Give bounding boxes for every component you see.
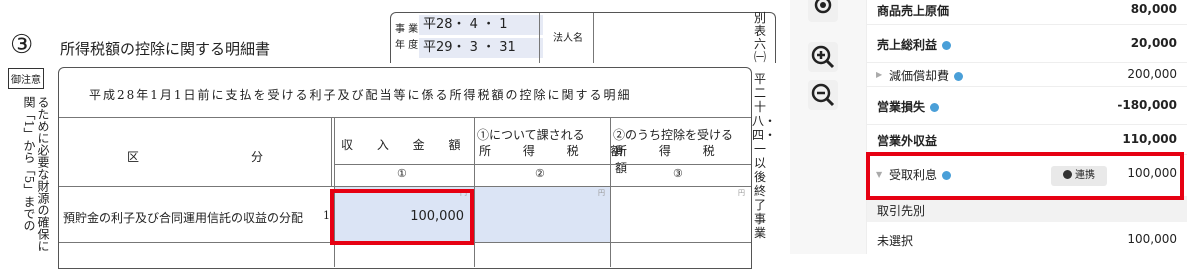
highlight-uketori-box <box>866 152 1184 200</box>
row1-number: 1 <box>323 209 330 222</box>
list-item[interactable]: 未選択 100,000 <box>867 222 1187 254</box>
account-label: 商品売上原価 <box>877 4 950 18</box>
hojinmei-divider <box>593 13 594 63</box>
row1-tax-cell[interactable] <box>475 187 610 242</box>
row1-label: 預貯金の利子及び合同運用信託の収益の分配 <box>63 211 304 225</box>
unselected-label: 未選択 <box>877 234 914 248</box>
col3-header-2: 所 得 税 額 <box>615 144 729 175</box>
left-note-vertical: るために必要な財源の確保に関「1」から「5」までの <box>22 96 50 252</box>
account-list: 商品売上原価 80,000 売上総利益 20,000 ▶ 減価償却費 200,0… <box>866 0 1187 254</box>
col-divider-a <box>331 117 332 187</box>
form-title: 所得税額の控除に関する明細書 <box>60 40 271 58</box>
table-rule <box>59 117 751 118</box>
nendo-label: 年 度 <box>395 40 419 51</box>
col2-number: ② <box>535 167 545 180</box>
section-number: ③ <box>10 30 34 60</box>
zoom-out-icon <box>811 83 835 107</box>
list-item[interactable]: ▶ 減価償却費 200,000 <box>867 62 1187 87</box>
col1-number: ① <box>397 167 407 180</box>
torihikisaki-label: 取引先別 <box>877 204 926 218</box>
period-from[interactable]: 平28・ 4 ・ 1 <box>419 15 543 35</box>
list-item[interactable]: 営業損失 -180,000 <box>867 86 1187 125</box>
hojinmei-field[interactable] <box>595 13 773 63</box>
account-label: 減価償却費 <box>889 69 950 83</box>
right-note-vertical: 平二十八・四・一以後終了事業 <box>752 72 777 240</box>
col2-header-1: ①について課される <box>477 128 585 142</box>
account-label: 営業損失 <box>877 100 926 114</box>
row1-yen-unit-2: 円 <box>598 189 605 197</box>
unselected-value: 100,000 <box>1127 232 1177 246</box>
gear-icon[interactable] <box>930 103 940 112</box>
locate-button[interactable] <box>808 0 838 22</box>
period-to[interactable]: 平29・ 3 ・ 31 <box>419 38 543 58</box>
zoom-in-button[interactable] <box>808 42 838 72</box>
header-subrule <box>334 164 751 165</box>
account-value: 200,000 <box>1127 67 1177 81</box>
zoom-in-icon <box>811 45 835 69</box>
table-title: 平成28年1月1日前に支払を受ける利子及び配当等に係る所得税額の控除に関する明細 <box>89 88 632 102</box>
list-item[interactable]: 商品売上原価 80,000 <box>867 0 1187 25</box>
row1-deduct-cell[interactable] <box>611 187 751 242</box>
row1-amount-value: 100,000 <box>410 209 464 224</box>
account-value: 110,000 <box>1122 132 1177 146</box>
account-label: 売上総利益 <box>877 38 938 52</box>
gear-icon[interactable] <box>942 41 952 50</box>
notice-button[interactable]: 御注意 <box>8 68 44 89</box>
expand-arrow-icon[interactable]: ▶ <box>876 70 882 79</box>
kubun-label: 区 <box>127 150 142 164</box>
col1-header: 収 入 金 額 <box>341 138 471 152</box>
col3-header-1: ②のうち控除を受ける <box>613 128 734 142</box>
beppyo-label: 別表六㈠ <box>753 11 766 64</box>
business-period-box: 事 業 年 度 平28・ 4 ・ 1 平29・ 3 ・ 31 法人名 <box>390 12 776 63</box>
account-value: 80,000 <box>1130 2 1177 16</box>
col2-header-2: 所 得 税 額 <box>479 144 637 158</box>
account-value: -180,000 <box>1117 98 1177 112</box>
jigyo-label: 事 業 <box>395 24 419 35</box>
hojinmei-label: 法人名 <box>553 33 583 44</box>
zoom-out-button[interactable] <box>808 80 838 110</box>
period-divider <box>539 13 540 63</box>
col3-number: ③ <box>673 167 683 180</box>
row1-yen-unit-3: 円 <box>738 189 745 197</box>
crosshair-icon <box>814 0 832 14</box>
gear-icon[interactable] <box>954 72 964 81</box>
account-label: 営業外収益 <box>877 134 938 148</box>
list-item[interactable]: 営業外収益 110,000 <box>867 124 1187 155</box>
highlight-amount-box: 100,000 <box>330 189 474 245</box>
bun-label: 分 <box>251 150 266 164</box>
list-item[interactable]: 売上総利益 20,000 <box>867 24 1187 63</box>
account-value: 20,000 <box>1130 36 1177 50</box>
